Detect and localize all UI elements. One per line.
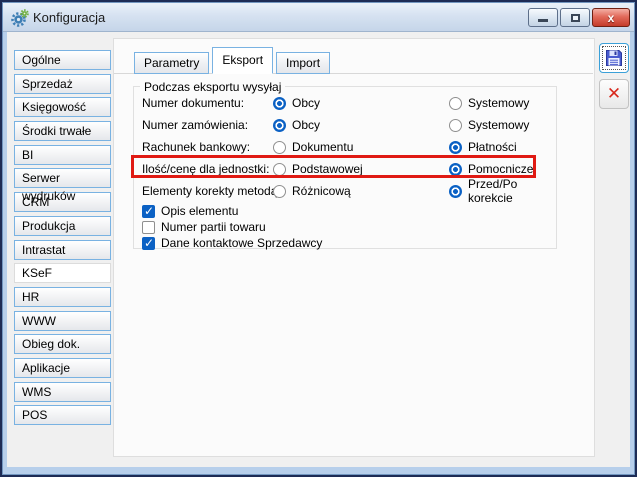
setting-row-numer-dokumentu: Numer dokumentu: Obcy Systemowy xyxy=(134,93,556,113)
radio-label: Podstawowej xyxy=(292,162,363,176)
tab-bar: ParametryEksportImport xyxy=(134,47,330,74)
configuration-window: Konfiguracja x ParametryEksportImport Og… xyxy=(0,0,637,477)
sidebar: Ogólne Sprzedaż Księgowość Środki trwałe BI S… xyxy=(14,50,111,429)
sidebar-item-intrastat[interactable]: Intrastat xyxy=(14,240,111,260)
radio-label: Dokumentu xyxy=(292,140,353,154)
setting-label: Numer dokumentu: xyxy=(134,96,244,110)
radio-selected-icon[interactable] xyxy=(449,141,462,154)
setting-label: Ilość/cenę dla jednostki: xyxy=(134,162,269,176)
setting-row-numer-zam-wienia: Numer zamówienia: Obcy Systemowy xyxy=(134,115,556,135)
titlebar[interactable]: Konfiguracja x xyxy=(3,3,634,32)
minimize-icon xyxy=(538,19,548,22)
sidebar-item-rodki-trwa-e[interactable]: Środki trwałe xyxy=(14,121,111,141)
radio-unselected-icon[interactable] xyxy=(449,97,462,110)
floppy-disk-icon xyxy=(604,48,624,68)
setting-label: Numer zamówienia: xyxy=(134,118,248,132)
checkbox-label: Numer partii towaru xyxy=(161,220,266,234)
radio-option-pomocniczej[interactable]: Pomocniczej xyxy=(449,162,536,176)
setting-row-rachunek-bankowy: Rachunek bankowy: Dokumentu Płatności xyxy=(134,137,556,157)
sidebar-item-ksi-gowo[interactable]: Księgowość xyxy=(14,97,111,117)
radio-label: Systemowy xyxy=(468,118,529,132)
sidebar-item-wms[interactable]: WMS xyxy=(14,382,111,402)
sidebar-item-obieg-dok[interactable]: Obieg dok. xyxy=(14,334,111,354)
window-title: Konfiguracja xyxy=(33,10,105,25)
sidebar-item-ksef[interactable]: KSeF xyxy=(14,263,111,283)
radio-option-dokumentu[interactable]: Dokumentu xyxy=(273,140,353,154)
sidebar-item-produkcja[interactable]: Produkcja xyxy=(14,216,111,236)
cancel-button[interactable]: ✕ xyxy=(599,79,629,109)
gears-icon xyxy=(11,9,29,27)
red-x-icon: ✕ xyxy=(607,84,621,104)
sidebar-item-pos[interactable]: POS xyxy=(14,405,111,425)
radio-unselected-icon[interactable] xyxy=(273,185,286,198)
minimize-button[interactable] xyxy=(528,8,558,27)
restore-icon xyxy=(571,14,580,22)
radio-option-obcy[interactable]: Obcy xyxy=(273,96,320,110)
setting-label: Elementy korekty metodą: xyxy=(134,184,281,198)
radio-unselected-icon[interactable] xyxy=(273,141,286,154)
sidebar-item-www[interactable]: WWW xyxy=(14,311,111,331)
sidebar-item-serwer-wydruk-w[interactable]: Serwer wydruków xyxy=(14,168,111,188)
tab-eksport[interactable]: Eksport xyxy=(212,47,273,74)
checkbox-option-dane-kontaktowe-sprzedawcy[interactable]: Dane kontaktowe Sprzedawcy xyxy=(142,235,322,251)
radio-selected-icon[interactable] xyxy=(273,97,286,110)
radio-option-przed-po-korekcie[interactable]: Przed/Po korekcie xyxy=(449,177,556,205)
setting-label: Rachunek bankowy: xyxy=(134,140,250,154)
checkbox-checked-icon[interactable] xyxy=(142,205,155,218)
radio-unselected-icon[interactable] xyxy=(273,163,286,176)
checkbox-label: Dane kontaktowe Sprzedawcy xyxy=(161,236,322,250)
radio-selected-icon[interactable] xyxy=(273,119,286,132)
checkbox-label: Opis elementu xyxy=(161,204,238,218)
sidebar-item-og-lne[interactable]: Ogólne xyxy=(14,50,111,70)
checkbox-option-opis-elementu[interactable]: Opis elementu xyxy=(142,203,238,219)
sidebar-item-bi[interactable]: BI xyxy=(14,145,111,165)
radio-unselected-icon[interactable] xyxy=(449,119,462,132)
sidebar-item-aplikacje[interactable]: Aplikacje xyxy=(14,358,111,378)
radio-option-p-atno-ci[interactable]: Płatności xyxy=(449,140,517,154)
radio-label: Płatności xyxy=(468,140,517,154)
group-title: Podczas eksportu wysyłaj xyxy=(140,80,285,94)
sidebar-item-hr[interactable]: HR xyxy=(14,287,111,307)
maximize-button[interactable] xyxy=(560,8,590,27)
close-button[interactable]: x xyxy=(592,8,630,27)
radio-label: Przed/Po korekcie xyxy=(468,177,556,205)
export-options-group: Numer dokumentu:ObcySystemowyNumer zamów… xyxy=(133,86,557,249)
radio-label: Obcy xyxy=(292,96,320,110)
radio-label: Pomocniczej xyxy=(468,162,536,176)
radio-label: Obcy xyxy=(292,118,320,132)
radio-option-systemowy[interactable]: Systemowy xyxy=(449,96,529,110)
radio-option-r-nicow[interactable]: Różnicową xyxy=(273,184,351,198)
radio-option-obcy[interactable]: Obcy xyxy=(273,118,320,132)
checkbox-option-numer-partii-towaru[interactable]: Numer partii towaru xyxy=(142,219,266,235)
setting-row-elementy-korekty-metod: Elementy korekty metodą:RóżnicowąPrzed/P… xyxy=(134,181,556,201)
checkbox-checked-icon[interactable] xyxy=(142,237,155,250)
radio-selected-icon[interactable] xyxy=(449,163,462,176)
checkbox-unchecked-icon[interactable] xyxy=(142,221,155,234)
radio-option-podstawowej[interactable]: Podstawowej xyxy=(273,162,363,176)
tab-import[interactable]: Import xyxy=(276,52,330,74)
tab-parametry[interactable]: Parametry xyxy=(134,52,209,74)
save-button[interactable] xyxy=(599,43,629,73)
close-icon: x xyxy=(608,11,615,25)
radio-option-systemowy[interactable]: Systemowy xyxy=(449,118,529,132)
setting-row-ilo-cen-dla-jednostki: Ilość/cenę dla jednostki: Podstawowej Pomo… xyxy=(134,159,556,179)
radio-label: Systemowy xyxy=(468,96,529,110)
radio-label: Różnicową xyxy=(292,184,351,198)
sidebar-item-sprzeda[interactable]: Sprzedaż xyxy=(14,74,111,94)
radio-selected-icon[interactable] xyxy=(449,185,462,198)
